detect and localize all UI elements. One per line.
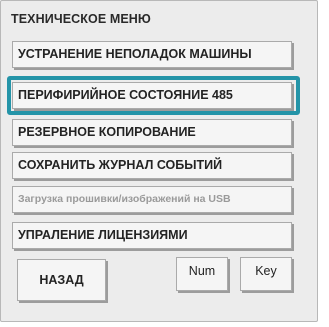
num-button[interactable]: Num <box>176 257 228 291</box>
usb-firmware-images-button[interactable]: Загрузка прошивки/изображений на USB <box>12 186 292 213</box>
back-button[interactable]: НАЗАД <box>17 259 106 301</box>
troubleshoot-machine-button[interactable]: УСТРАНЕНИЕ НЕПОЛАДОК МАШИНЫ <box>12 41 292 68</box>
menu-title: ТЕХНИЧЕСКОЕ МЕНЮ <box>11 12 151 26</box>
peripheral-status-485-button[interactable]: ПЕРИФИРИЙНОЕ СОСТОЯНИЕ 485 <box>12 82 292 109</box>
key-button[interactable]: Key <box>240 257 292 291</box>
license-management-button[interactable]: УПРАЛЕНИЕ ЛИЦЕНЗИЯМИ <box>12 222 292 249</box>
technical-menu-panel: ТЕХНИЧЕСКОЕ МЕНЮ УСТРАНЕНИЕ НЕПОЛАДОК МА… <box>0 0 318 322</box>
save-event-log-button[interactable]: СОХРАНИТЬ ЖУРНАЛ СОБЫТИЙ <box>12 152 292 179</box>
backup-button[interactable]: РЕЗЕРВНОЕ КОПИРОВАНИЕ <box>12 119 292 146</box>
